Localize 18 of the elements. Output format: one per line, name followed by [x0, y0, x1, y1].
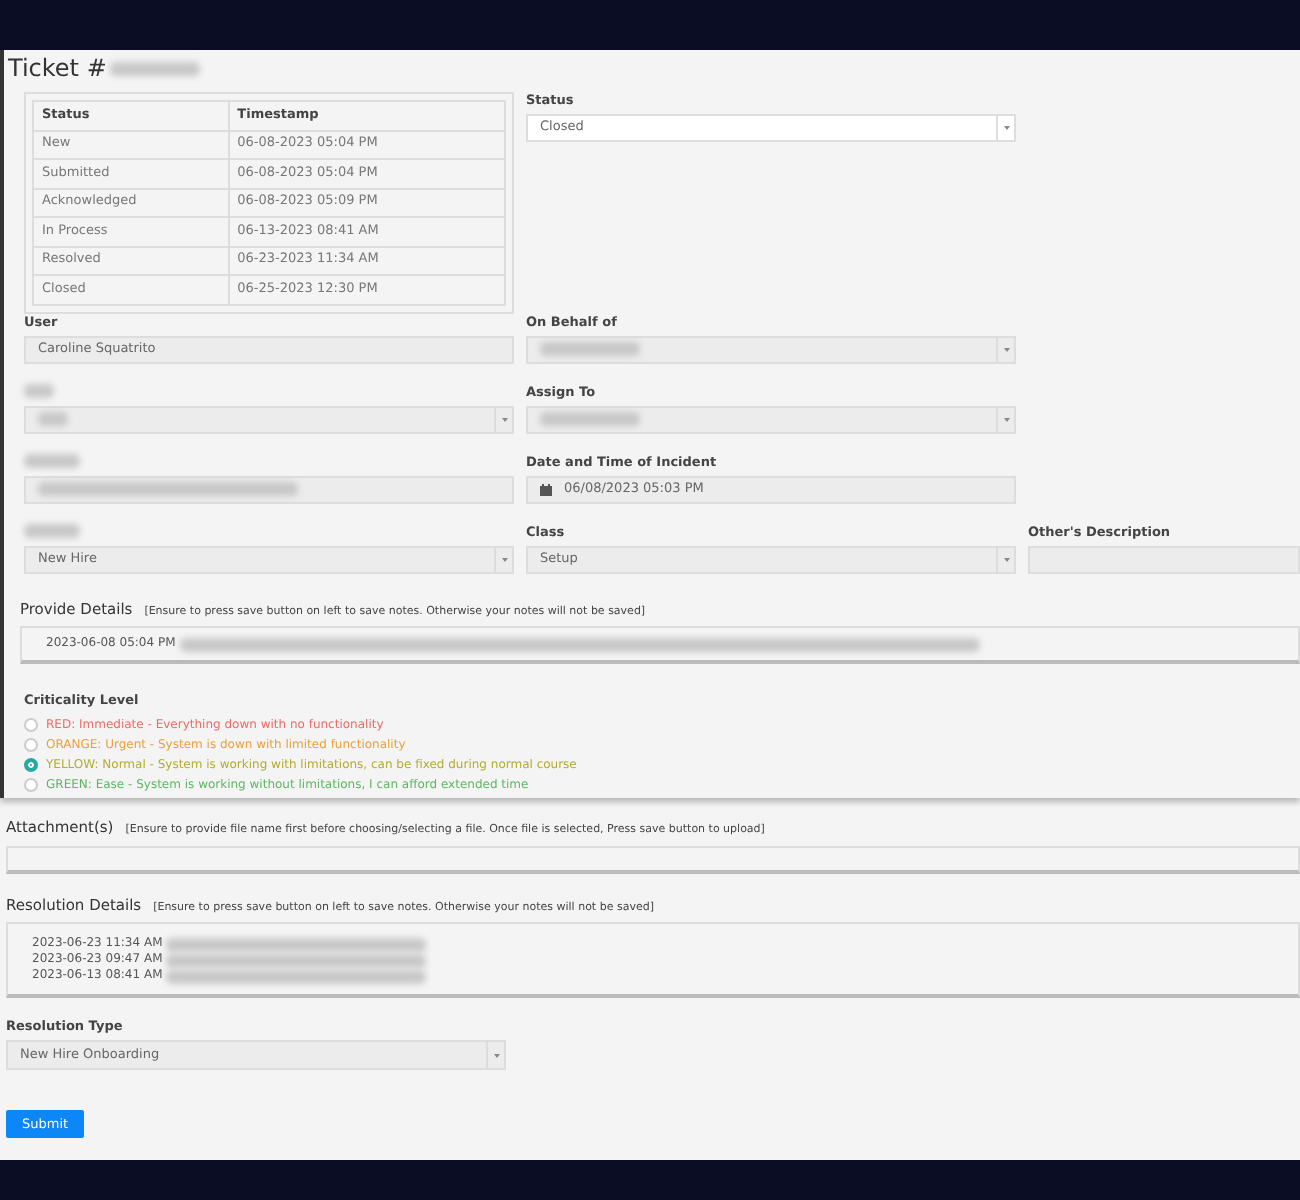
select-field[interactable]	[526, 335, 1016, 363]
caret-icon	[501, 557, 507, 561]
radio-button[interactable]	[24, 777, 38, 791]
caret-icon	[1003, 347, 1009, 351]
ticket-title: Ticket #	[8, 54, 107, 82]
select-field[interactable]	[24, 405, 514, 433]
caret-icon	[1003, 126, 1009, 130]
text-area[interactable]	[6, 845, 1300, 873]
caret-icon	[1003, 417, 1009, 421]
radio-button[interactable]	[24, 737, 38, 751]
select-field[interactable]	[526, 405, 1016, 433]
radio-button[interactable]	[24, 717, 38, 731]
caret-icon	[501, 417, 507, 421]
radio-button[interactable]	[24, 757, 38, 771]
calendar-icon	[540, 483, 552, 495]
input-field[interactable]	[24, 475, 514, 503]
caret-icon	[1003, 557, 1009, 561]
caret-icon	[493, 1053, 499, 1057]
